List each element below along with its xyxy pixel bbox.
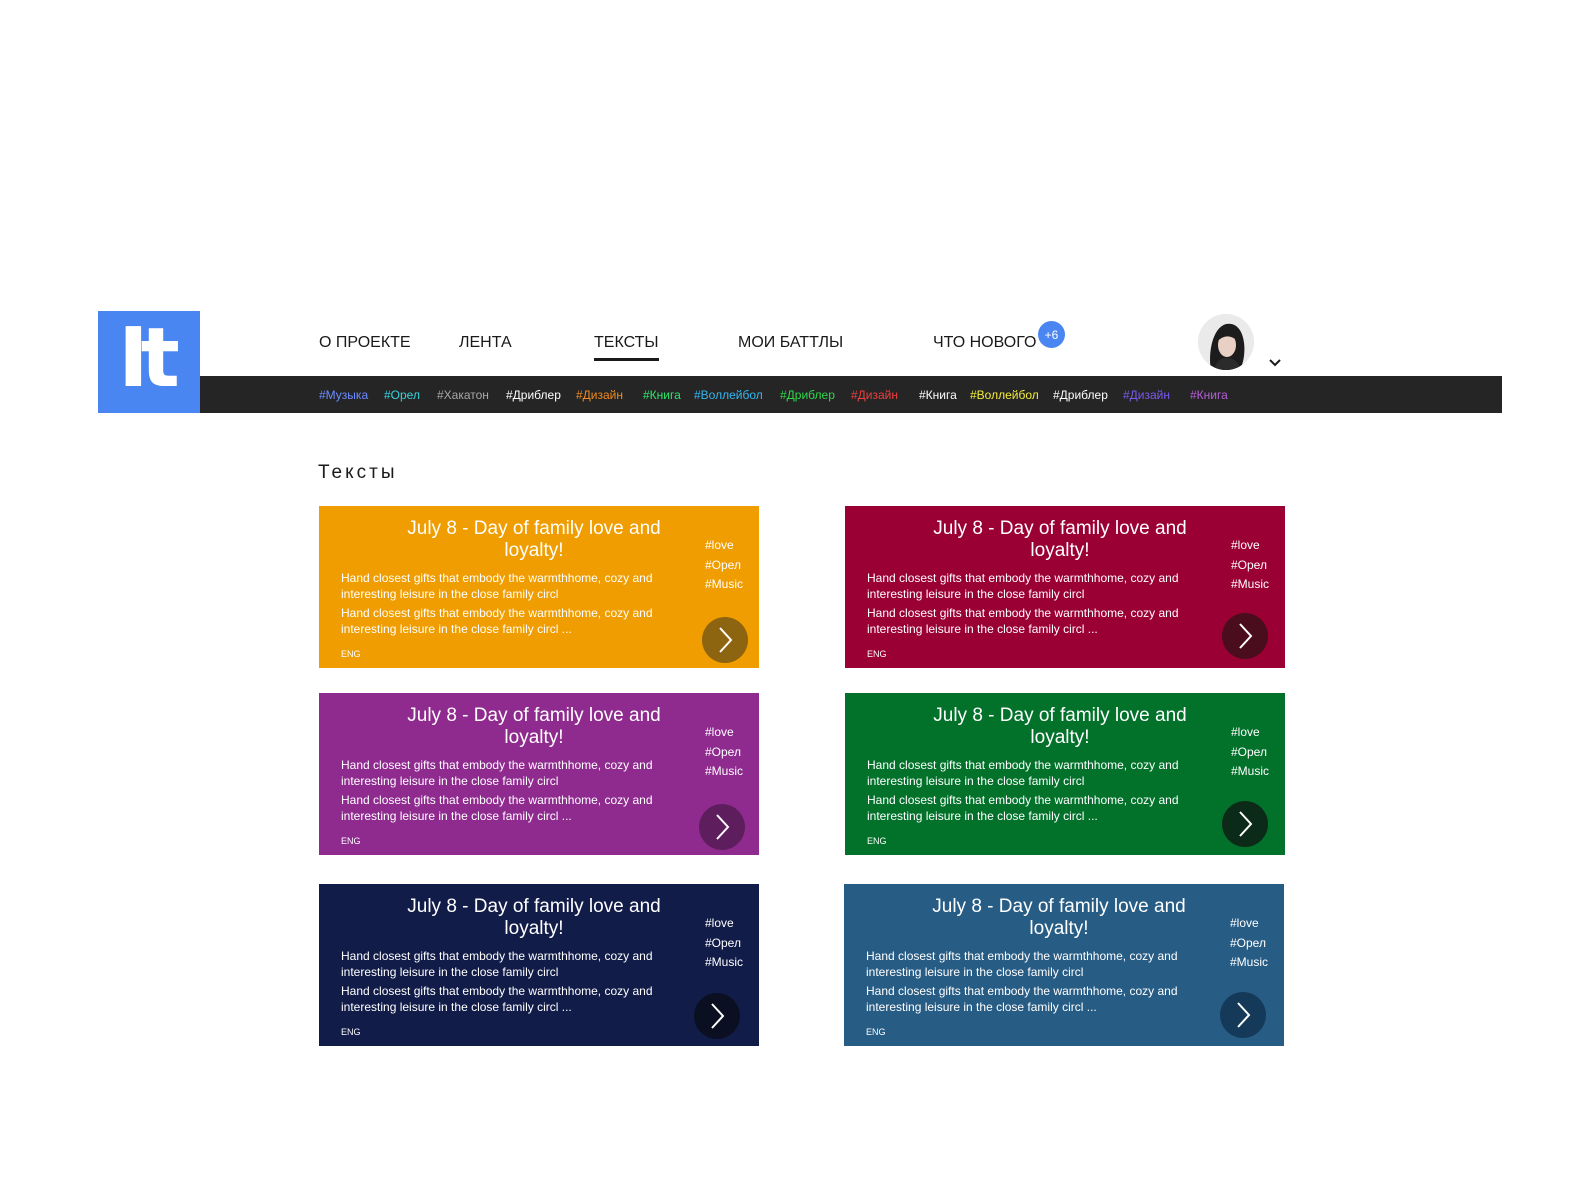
- card-tags: #love #Орел #Music: [1231, 536, 1269, 595]
- logo[interactable]: It: [98, 311, 200, 413]
- card-open-button[interactable]: [1222, 801, 1268, 847]
- card-tag[interactable]: #Орел: [705, 743, 743, 763]
- tag-link[interactable]: #Воллейбол: [694, 388, 763, 402]
- card-text: Hand closest gifts that embody the warmt…: [866, 949, 1178, 979]
- nav-item-my-battles[interactable]: МОИ БАТТЛЫ: [738, 334, 843, 352]
- nav-item-feed[interactable]: ЛЕНТА: [459, 334, 512, 352]
- tag-link[interactable]: #Орел: [384, 388, 420, 402]
- card-language: ENG: [867, 649, 887, 659]
- card-open-button[interactable]: [1222, 613, 1268, 659]
- tag-link[interactable]: #Дизайн: [1123, 388, 1170, 402]
- card-tags: #love #Орел #Music: [1230, 914, 1268, 973]
- card-tag[interactable]: #Music: [705, 762, 743, 782]
- chevron-right-icon: [711, 1003, 725, 1029]
- card-tags: #love #Орел #Music: [1231, 723, 1269, 782]
- card-tag[interactable]: #Орел: [705, 934, 743, 954]
- notification-badge[interactable]: +6: [1038, 321, 1065, 348]
- card-text: Hand closest gifts that embody the warmt…: [866, 984, 1178, 1014]
- card-text: Hand closest gifts that embody the warmt…: [867, 571, 1179, 601]
- text-card[interactable]: July 8 - Day of family love and loyalty!…: [319, 506, 759, 668]
- card-text: Hand closest gifts that embody the warmt…: [341, 571, 653, 601]
- card-tag[interactable]: #love: [1231, 723, 1269, 743]
- card-tag[interactable]: #love: [1231, 536, 1269, 556]
- nav-item-whats-new[interactable]: ЧТО НОВОГО: [933, 334, 1036, 352]
- card-tag[interactable]: #love: [705, 536, 743, 556]
- text-card[interactable]: July 8 - Day of family love and loyalty!…: [845, 506, 1285, 668]
- card-tag[interactable]: #Music: [1230, 953, 1268, 973]
- chevron-right-icon: [719, 627, 733, 653]
- logo-text: It: [118, 311, 180, 406]
- text-card[interactable]: July 8 - Day of family love and loyalty!…: [844, 884, 1284, 1046]
- avatar-image: [1198, 314, 1254, 370]
- chevron-right-icon: [1237, 1002, 1251, 1028]
- card-open-button[interactable]: [1220, 992, 1266, 1038]
- tag-link[interactable]: #Дизайн: [576, 388, 623, 402]
- tag-link[interactable]: #Дизайн: [851, 388, 898, 402]
- nav-item-texts[interactable]: ТЕКСТЫ: [594, 334, 659, 361]
- card-tag[interactable]: #Орел: [1231, 743, 1269, 763]
- user-avatar[interactable]: [1198, 314, 1254, 370]
- card-text: Hand closest gifts that embody the warmt…: [341, 606, 653, 636]
- card-tag[interactable]: #Орел: [705, 556, 743, 576]
- card-text: Hand closest gifts that embody the warmt…: [867, 793, 1179, 823]
- card-language: ENG: [866, 1027, 886, 1037]
- tag-bar: #Музыка #Орел #Хакатон #Дриблер #Дизайн …: [200, 376, 1502, 413]
- card-text: Hand closest gifts that embody the warmt…: [341, 793, 653, 823]
- card-tags: #love #Орел #Music: [705, 723, 743, 782]
- chevron-right-icon: [716, 814, 730, 840]
- card-tag[interactable]: #Орел: [1230, 934, 1268, 954]
- card-tag[interactable]: #Music: [705, 575, 743, 595]
- card-title: July 8 - Day of family love and loyalty!: [933, 518, 1187, 561]
- card-text: Hand closest gifts that embody the warmt…: [341, 758, 653, 788]
- card-open-button[interactable]: [694, 993, 740, 1039]
- text-card[interactable]: July 8 - Day of family love and loyalty!…: [845, 693, 1285, 855]
- tag-link[interactable]: #Дриблер: [1053, 388, 1108, 402]
- card-text: Hand closest gifts that embody the warmt…: [867, 606, 1179, 636]
- card-tag[interactable]: #love: [1230, 914, 1268, 934]
- card-title: July 8 - Day of family love and loyalty!: [932, 896, 1186, 939]
- tag-link[interactable]: #Дриблер: [506, 388, 561, 402]
- card-title: July 8 - Day of family love and loyalty!: [407, 705, 661, 748]
- tag-link[interactable]: #Хакатон: [437, 388, 489, 402]
- card-open-button[interactable]: [702, 617, 748, 663]
- tag-link[interactable]: #Дриблер: [780, 388, 835, 402]
- card-tags: #love #Орел #Music: [705, 536, 743, 595]
- chevron-right-icon: [1239, 811, 1253, 837]
- card-tags: #love #Орел #Music: [705, 914, 743, 973]
- card-text: Hand closest gifts that embody the warmt…: [341, 949, 653, 979]
- card-text: Hand closest gifts that embody the warmt…: [341, 984, 653, 1014]
- chevron-down-icon[interactable]: [1268, 358, 1282, 368]
- card-title: July 8 - Day of family love and loyalty!: [933, 705, 1187, 748]
- card-tag[interactable]: #Music: [705, 953, 743, 973]
- card-tag[interactable]: #love: [705, 914, 743, 934]
- nav-item-about[interactable]: О ПРОЕКТЕ: [319, 334, 411, 352]
- tag-link[interactable]: #Книга: [919, 388, 957, 402]
- card-tag[interactable]: #Орел: [1231, 556, 1269, 576]
- tag-link[interactable]: #Воллейбол: [970, 388, 1039, 402]
- card-open-button[interactable]: [699, 804, 745, 850]
- card-title: July 8 - Day of family love and loyalty!: [407, 518, 661, 561]
- card-language: ENG: [341, 649, 361, 659]
- tag-link[interactable]: #Музыка: [319, 388, 368, 402]
- card-language: ENG: [867, 836, 887, 846]
- card-tag[interactable]: #Music: [1231, 762, 1269, 782]
- card-title: July 8 - Day of family love and loyalty!: [407, 896, 661, 939]
- card-language: ENG: [341, 836, 361, 846]
- card-tag[interactable]: #love: [705, 723, 743, 743]
- text-card[interactable]: July 8 - Day of family love and loyalty!…: [319, 693, 759, 855]
- page-title: Тексты: [318, 462, 398, 483]
- chevron-right-icon: [1239, 623, 1253, 649]
- tag-link[interactable]: #Книга: [643, 388, 681, 402]
- text-card[interactable]: July 8 - Day of family love and loyalty!…: [319, 884, 759, 1046]
- card-language: ENG: [341, 1027, 361, 1037]
- tag-link[interactable]: #Книга: [1190, 388, 1228, 402]
- card-text: Hand closest gifts that embody the warmt…: [867, 758, 1179, 788]
- card-tag[interactable]: #Music: [1231, 575, 1269, 595]
